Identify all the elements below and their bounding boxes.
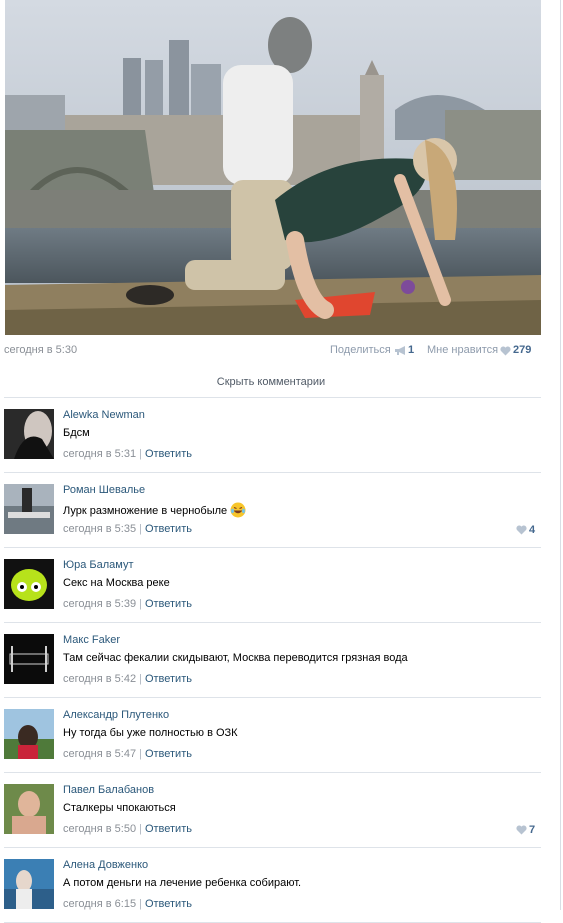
comment-text: Лурк размножение в чернобыле <box>63 502 246 518</box>
avatar[interactable] <box>4 859 54 909</box>
comment-text: Бдсм <box>63 427 90 439</box>
post-date: сегодня в 5:30 <box>4 344 78 356</box>
comment-like-button[interactable]: 7 <box>516 824 541 836</box>
reply-button[interactable]: Ответить <box>145 898 192 910</box>
separator-bar: | <box>139 823 142 835</box>
avatar[interactable] <box>4 409 54 459</box>
heart-icon[interactable] <box>516 825 527 835</box>
comment-author[interactable]: Юра Баламут <box>63 559 134 571</box>
comment-like-count[interactable]: 7 <box>529 824 535 836</box>
separator-bar: | <box>139 523 142 535</box>
separator-bar: | <box>139 448 142 460</box>
reply-button[interactable]: Ответить <box>145 598 192 610</box>
megaphone-icon[interactable] <box>394 345 408 356</box>
comment-date[interactable]: сегодня в 5:35 <box>63 523 136 535</box>
comment-item: Alewka Newman Бдсм сегодня в 5:31 | Ответи… <box>4 398 541 473</box>
comment-like-button[interactable]: 4 <box>516 524 541 536</box>
avatar[interactable] <box>4 709 54 759</box>
comment-author[interactable]: Alewka Newman <box>63 409 145 421</box>
heart-icon[interactable] <box>516 525 527 535</box>
laughing-tears-emoji-icon <box>230 502 246 518</box>
comment-item: Роман Шевалье Лурк размножение в чернобы… <box>4 473 541 548</box>
comment-author[interactable]: Макс Faker <box>63 634 120 646</box>
comment-footer: сегодня в 5:42 | Ответить <box>63 673 192 685</box>
comment-footer: сегодня в 5:50 | Ответить <box>63 823 192 835</box>
separator-bar: | <box>139 598 142 610</box>
comment-date[interactable]: сегодня в 5:42 <box>63 673 136 685</box>
post-photo[interactable] <box>5 0 541 335</box>
comment-item: Павел Балабанов Сталкеры чпокаються сего… <box>4 773 541 848</box>
comment-date[interactable]: сегодня в 6:15 <box>63 898 136 910</box>
comment-text: Ну тогда бы уже полностью в ОЗК <box>63 727 238 739</box>
comment-item: Макс Faker Там сейчас фекалии скидывают,… <box>4 623 541 698</box>
hide-comments-link[interactable]: Скрыть комментарии <box>0 376 542 388</box>
comment-date[interactable]: сегодня в 5:47 <box>63 748 136 760</box>
comment-author[interactable]: Павел Балабанов <box>63 784 154 796</box>
comment-author[interactable]: Роман Шевалье <box>63 484 145 496</box>
like-button[interactable]: Мне нравится <box>427 344 498 356</box>
comment-text: А потом деньги на лечение ребенка собира… <box>63 877 302 889</box>
comment-author[interactable]: Алена Довженко <box>63 859 148 871</box>
share-button[interactable]: Поделиться <box>330 344 391 356</box>
avatar[interactable] <box>4 634 54 684</box>
separator-bar: | <box>139 898 142 910</box>
comment-like-count[interactable]: 4 <box>529 524 535 536</box>
reply-button[interactable]: Ответить <box>145 673 192 685</box>
reply-button[interactable]: Ответить <box>145 748 192 760</box>
separator-bar: | <box>139 673 142 685</box>
comment-text: Сталкеры чпокаються <box>63 802 176 814</box>
share-count[interactable]: 1 <box>408 344 414 356</box>
avatar[interactable] <box>4 484 54 534</box>
comments-list: Alewka Newman Бдсм сегодня в 5:31 | Ответи… <box>0 398 560 923</box>
avatar[interactable] <box>4 559 54 609</box>
comment-text: Секс на Москва реке <box>63 577 170 589</box>
comment-text-content: Лурк размножение в чернобыле <box>63 505 228 517</box>
comment-item: Александр Плутенко Ну тогда бы уже полно… <box>4 698 541 773</box>
post-meta-bar: сегодня в 5:30 Поделиться 1 Мне нравится… <box>4 343 537 359</box>
comment-footer: сегодня в 5:35 | Ответить <box>63 523 192 535</box>
comment-footer: сегодня в 6:15 | Ответить <box>63 898 192 910</box>
comment-item: Алена Довженко А потом деньги на лечение… <box>4 848 541 923</box>
comment-footer: сегодня в 5:39 | Ответить <box>63 598 192 610</box>
comment-date[interactable]: сегодня в 5:39 <box>63 598 136 610</box>
heart-icon[interactable] <box>500 346 511 356</box>
like-count[interactable]: 279 <box>513 344 531 356</box>
comment-author[interactable]: Александр Плутенко <box>63 709 169 721</box>
comment-item: Юра Баламут Секс на Москва реке сегодня … <box>4 548 541 623</box>
reply-button[interactable]: Ответить <box>145 823 192 835</box>
separator-bar: | <box>139 748 142 760</box>
comment-text: Там сейчас фекалии скидывают, Москва пер… <box>63 652 408 664</box>
avatar[interactable] <box>4 784 54 834</box>
reply-button[interactable]: Ответить <box>145 448 192 460</box>
comment-date[interactable]: сегодня в 5:31 <box>63 448 136 460</box>
comment-footer: сегодня в 5:47 | Ответить <box>63 748 192 760</box>
comment-footer: сегодня в 5:31 | Ответить <box>63 448 192 460</box>
reply-button[interactable]: Ответить <box>145 523 192 535</box>
page-right-border <box>560 0 561 910</box>
comment-date[interactable]: сегодня в 5:50 <box>63 823 136 835</box>
